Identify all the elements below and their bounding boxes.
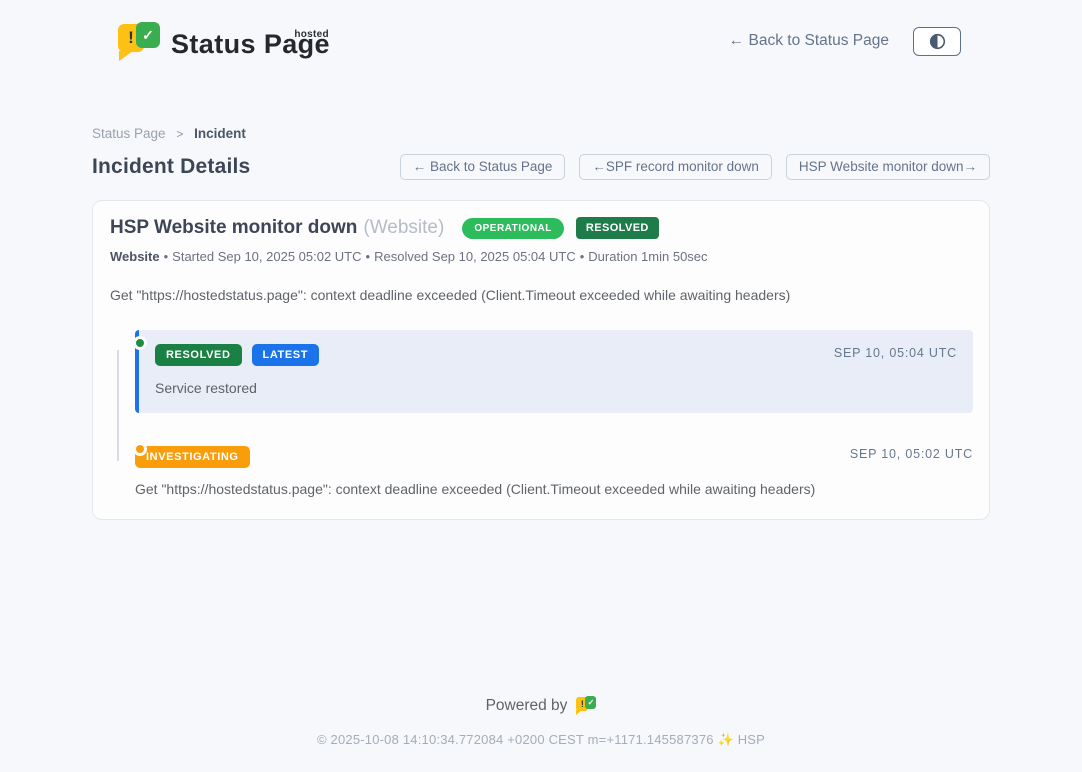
statuspage-mini-logo-icon: ! ✓ (576, 696, 596, 715)
operational-status-badge: OPERATIONAL (462, 218, 564, 239)
incident-duration: Duration 1min 50sec (588, 249, 707, 264)
incident-description: Get "https://hostedstatus.page": context… (110, 287, 973, 303)
footer: Powered by ! ✓ © 2025-10-08 14:10:34.772… (0, 696, 1082, 772)
breadcrumb-separator: > (176, 127, 183, 141)
timeline-dot-green-icon (133, 336, 147, 350)
incident-card: HSP Website monitor down (Website) OPERA… (92, 200, 990, 520)
mini-check-icon: ✓ (585, 696, 596, 709)
sparkle-icon: ✨ (718, 732, 734, 747)
logo-text: Status Pagehosted (171, 17, 330, 65)
top-actions: ← Back to Status Page (729, 27, 961, 56)
half-circle-contrast-icon (929, 33, 946, 50)
theme-toggle-button[interactable] (913, 27, 961, 56)
incident-scope: (Website) (363, 217, 444, 239)
footer-brand: HSP (738, 732, 765, 747)
back-to-status-page-button[interactable]: ← Back to Status Page (400, 154, 566, 180)
incident-title-row: HSP Website monitor down (Website) OPERA… (110, 217, 973, 239)
resolved-badge: RESOLVED (155, 344, 242, 366)
topbar: ! ✓ Status Pagehosted ← Back to Status P… (0, 0, 1082, 76)
logo-hosted-superscript: hosted (294, 14, 329, 56)
copyright-line: © 2025-10-08 14:10:34.772084 +0200 CEST … (0, 732, 1082, 748)
incident-component: Website (110, 249, 160, 264)
timeline-dot-orange-icon (133, 442, 147, 456)
timeline-message: Get "https://hostedstatus.page": context… (135, 481, 973, 497)
timeline-entry-resolved: RESOLVED LATEST SEP 10, 05:04 UTC Servic… (135, 330, 973, 413)
meta-separator: • (366, 249, 371, 264)
incident-nav-buttons: ← Back to Status Page ←SPF record monito… (400, 154, 990, 180)
page-title: Incident Details (92, 155, 250, 179)
powered-by-link[interactable]: Powered by ! ✓ (486, 696, 597, 715)
breadcrumb: Status Page > Incident (92, 126, 990, 141)
resolved-state-badge: RESOLVED (576, 217, 659, 239)
incident-meta: Website•Started Sep 10, 2025 05:02 UTC•R… (110, 249, 973, 264)
main-content: Status Page > Incident Incident Details … (92, 126, 990, 520)
timeline-message: Service restored (155, 380, 957, 396)
incident-resolved: Resolved Sep 10, 2025 05:04 UTC (374, 249, 576, 264)
next-incident-button[interactable]: HSP Website monitor down→ (786, 154, 990, 180)
investigating-badge: INVESTIGATING (135, 446, 250, 468)
latest-badge: LATEST (252, 344, 320, 366)
timeline-timestamp: SEP 10, 05:02 UTC (850, 447, 973, 461)
breadcrumb-status-page[interactable]: Status Page (92, 126, 166, 141)
timeline-badges: INVESTIGATING (135, 446, 973, 468)
incident-started: Started Sep 10, 2025 05:02 UTC (172, 249, 361, 264)
back-to-status-page-link[interactable]: ← Back to Status Page (729, 32, 889, 50)
breadcrumb-incident: Incident (194, 126, 246, 141)
incident-timeline: RESOLVED LATEST SEP 10, 05:04 UTC Servic… (110, 330, 973, 497)
prev-incident-button[interactable]: ←SPF record monitor down (579, 154, 772, 180)
timeline-entry-investigating: INVESTIGATING SEP 10, 05:02 UTC Get "htt… (135, 446, 973, 497)
check-bubble-icon: ✓ (136, 22, 160, 48)
incident-title: HSP Website monitor down (110, 217, 357, 239)
statuspage-logo-icon: ! ✓ (118, 21, 160, 61)
timeline-latest-update-box: RESOLVED LATEST SEP 10, 05:04 UTC Servic… (135, 330, 973, 413)
page-header-row: Incident Details ← Back to Status Page ←… (92, 154, 990, 180)
powered-by-label: Powered by (486, 697, 568, 715)
meta-separator: • (580, 249, 585, 264)
statuspage-logo[interactable]: ! ✓ Status Pagehosted (118, 17, 330, 65)
meta-separator: • (164, 249, 169, 264)
timeline-timestamp: SEP 10, 05:04 UTC (834, 346, 957, 360)
copyright-text: © 2025-10-08 14:10:34.772084 +0200 CEST … (317, 732, 714, 747)
